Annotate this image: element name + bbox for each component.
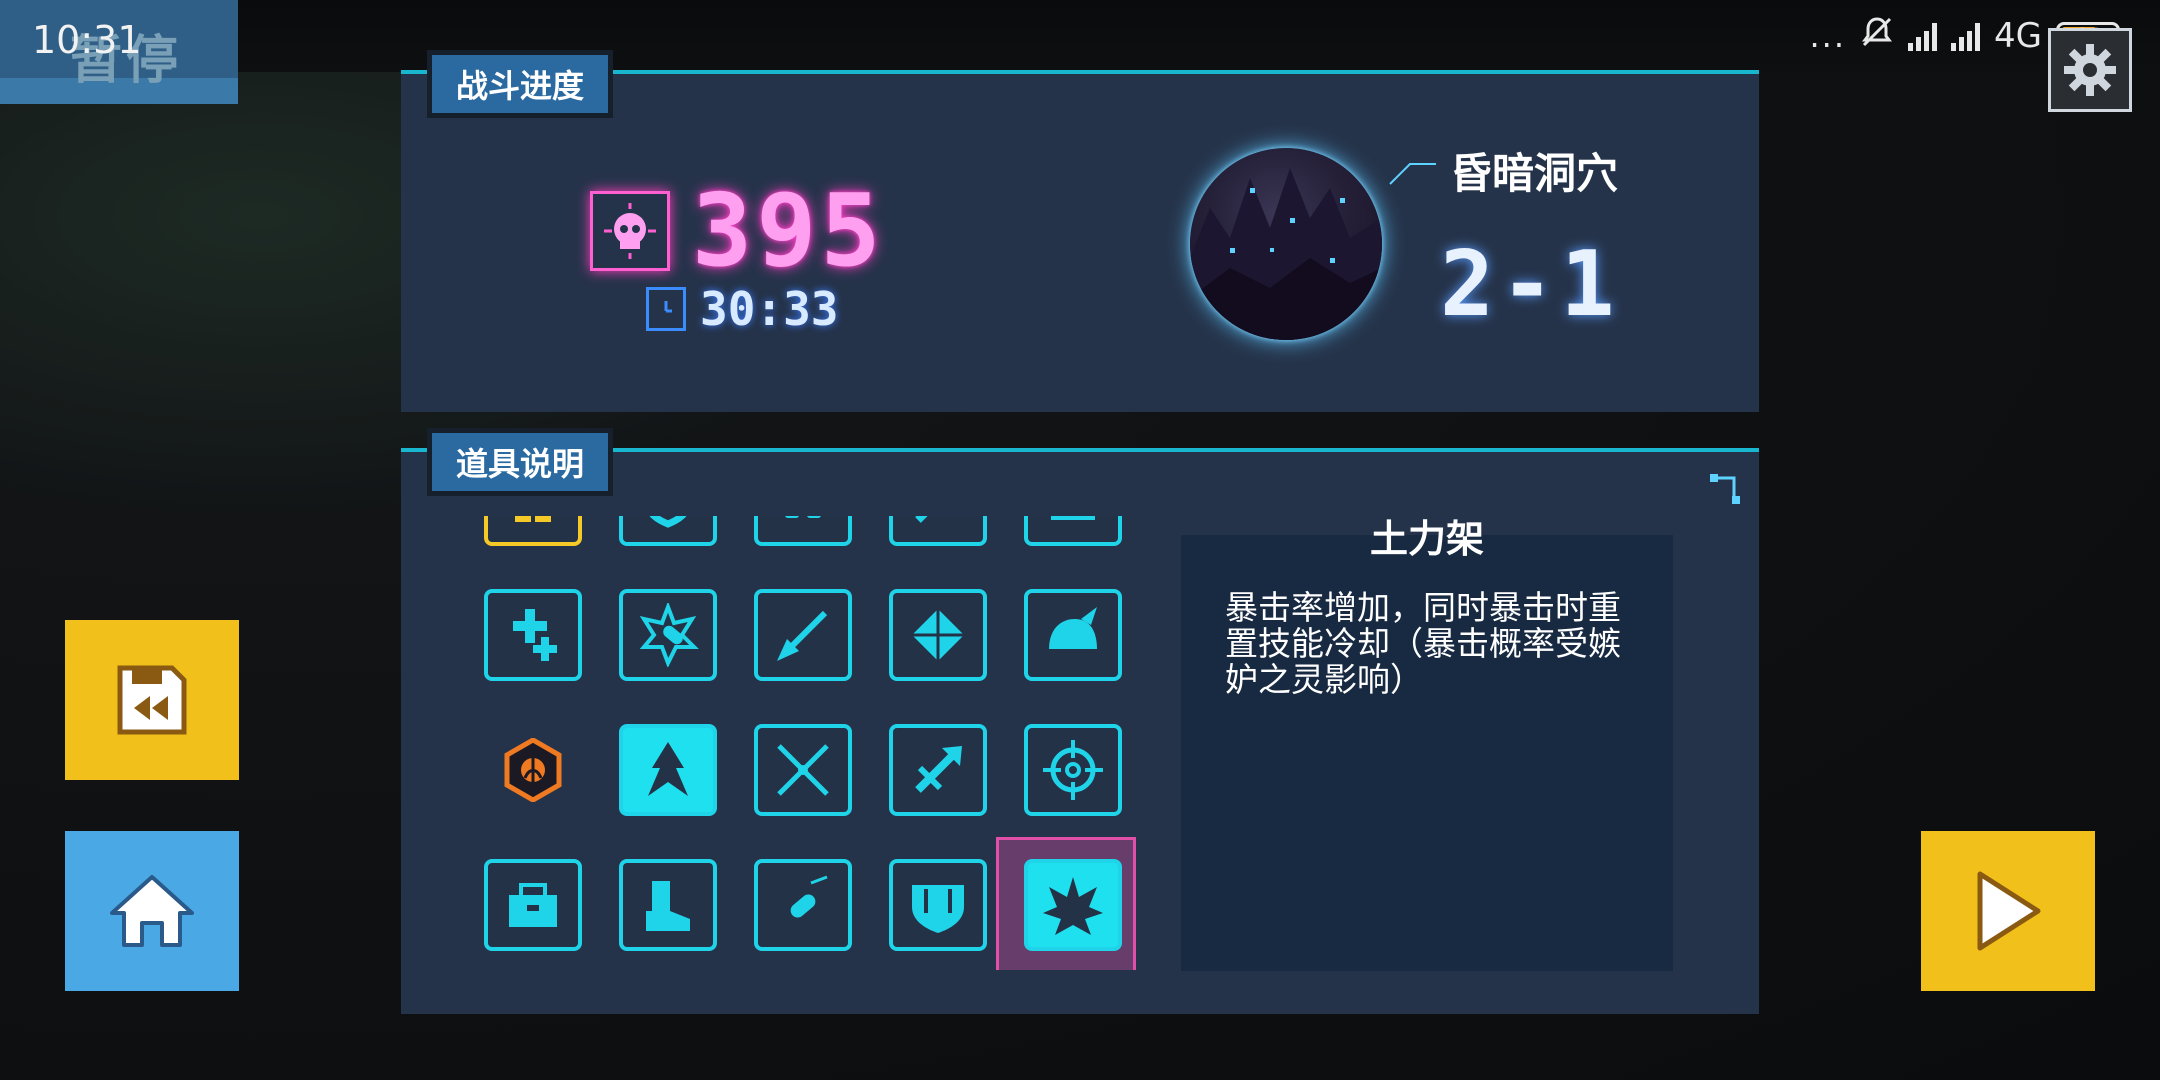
gold-armor-icon	[515, 516, 551, 522]
crosshair-icon	[1043, 740, 1103, 800]
item-slot[interactable]	[484, 859, 582, 951]
item-slot[interactable]	[889, 516, 987, 546]
gear-icon	[2064, 44, 2116, 96]
save-rewind-button[interactable]	[65, 620, 239, 780]
item-slot[interactable]	[1024, 589, 1122, 681]
item-slot[interactable]	[754, 516, 852, 546]
item-slot[interactable]	[1024, 516, 1122, 546]
item-slot[interactable]	[619, 724, 717, 816]
bullet-icon	[790, 875, 828, 918]
syringe-icon	[915, 516, 928, 523]
item-description: 暴击率增加，同时暴击时重置技能冷却（暴击概率受嫉妒之灵影响）	[1225, 588, 1621, 699]
hex-emblem-icon	[504, 738, 562, 802]
signal-2-icon	[1951, 21, 1981, 51]
plus-icon	[513, 609, 557, 661]
timer-value: 30:33	[700, 282, 839, 336]
item-slot[interactable]	[619, 589, 717, 681]
battle-progress-tab: 战斗进度	[427, 50, 614, 118]
kill-count: 395	[692, 172, 885, 289]
item-slot[interactable]	[889, 724, 987, 816]
battle-timer: 30:33	[646, 282, 838, 336]
signal-1-icon	[1908, 21, 1938, 51]
resume-play-button[interactable]	[1921, 831, 2095, 991]
boot-icon	[646, 881, 690, 931]
shield-icon	[649, 516, 687, 528]
boots-icon	[785, 516, 821, 518]
item-slot[interactable]	[754, 724, 852, 816]
chest-icon	[509, 883, 557, 927]
more-dots: ...	[1809, 17, 1847, 55]
crit-burst-icon	[1043, 877, 1103, 935]
item-slot[interactable]	[889, 589, 987, 681]
settings-button[interactable]	[2048, 28, 2132, 112]
save-rewind-icon	[117, 665, 187, 735]
item-name: 土力架	[1369, 517, 1484, 561]
area-name: 昏暗洞穴	[1450, 149, 1619, 198]
status-time: 10:31	[32, 18, 142, 62]
toolbox-icon	[1051, 516, 1095, 520]
item-slot[interactable]	[619, 859, 717, 951]
items-tab: 道具说明	[427, 428, 614, 496]
kill-counter: 395	[590, 172, 885, 289]
leaf-icon	[648, 742, 688, 796]
area-pointer-line	[1389, 163, 1436, 185]
item-slot[interactable]	[484, 724, 582, 816]
item-slot[interactable]	[1024, 859, 1122, 951]
home-icon	[110, 875, 194, 947]
sword-burst-icon	[777, 610, 828, 661]
item-slot[interactable]	[484, 589, 582, 681]
item-slot[interactable]	[754, 859, 852, 951]
expand-corner-icon[interactable]	[1708, 472, 1742, 506]
crossed-swords-icon	[777, 744, 829, 796]
item-slot[interactable]	[619, 516, 717, 546]
diamond-icon	[912, 609, 964, 661]
armor-icon	[912, 885, 964, 933]
timer-icon	[646, 287, 686, 331]
stage-number: 2-1	[1440, 232, 1621, 337]
pill-burst-icon	[639, 603, 699, 667]
area-planet-image	[1190, 148, 1382, 340]
mute-bell-icon	[1860, 15, 1894, 58]
item-slot[interactable]	[754, 589, 852, 681]
item-slot[interactable]	[484, 516, 582, 546]
item-grid	[480, 516, 1150, 970]
network-type: 4G	[1994, 16, 2042, 56]
skull-icon	[590, 190, 670, 271]
home-button[interactable]	[65, 831, 239, 991]
play-icon	[1977, 871, 2041, 951]
item-slot[interactable]	[1024, 724, 1122, 816]
helmet-icon	[1049, 607, 1097, 649]
arrow-icon	[915, 746, 962, 793]
item-slot[interactable]	[889, 859, 987, 951]
